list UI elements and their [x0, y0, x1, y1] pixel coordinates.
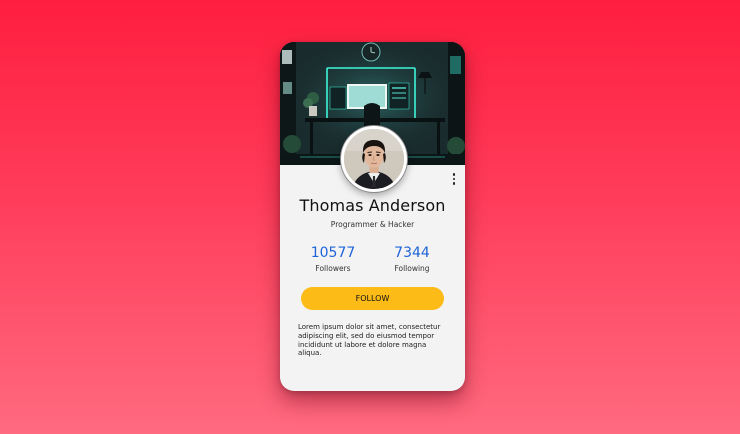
followers-stat[interactable]: 10577 Followers — [298, 244, 368, 273]
menu-dot — [452, 182, 456, 185]
menu-dot — [452, 177, 456, 181]
profile-avatar — [341, 126, 407, 192]
profile-bio: Lorem ipsum dolor sit amet, consectetur … — [298, 323, 441, 358]
more-options-icon[interactable] — [451, 173, 457, 185]
profile-role: Programmer & Hacker — [330, 220, 415, 229]
following-stat[interactable]: 7344 Following — [377, 244, 447, 273]
follow-button[interactable]: FOLLOW — [301, 287, 444, 310]
followers-count: 10577 — [310, 245, 356, 261]
profile-name: Thomas Anderson — [299, 196, 446, 215]
menu-dot — [452, 173, 456, 176]
followers-label: Followers — [315, 264, 351, 273]
profile-card: Thomas Anderson Programmer & Hacker 1057… — [280, 42, 465, 391]
following-label: Following — [394, 264, 430, 273]
following-count: 7344 — [394, 245, 430, 261]
